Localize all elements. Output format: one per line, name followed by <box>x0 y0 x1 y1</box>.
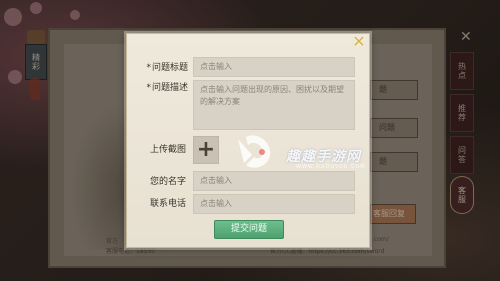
title-label: *问题标题 <box>124 62 188 74</box>
watermark-logo-icon <box>238 135 271 168</box>
submit-button[interactable]: 提交问题 <box>214 220 284 239</box>
phone-input[interactable]: 点击输入 <box>193 194 355 214</box>
description-textarea[interactable]: 点击输入问题出现的原因、困扰以及期望的解决方案 <box>193 80 355 130</box>
watermark-text: 趣趣手游网 <box>286 149 361 165</box>
required-mark: * <box>146 63 151 73</box>
title-input[interactable]: 点击输入 <box>193 57 355 77</box>
desc-label-text: 问题描述 <box>151 83 188 93</box>
required-mark: * <box>146 83 151 93</box>
phone-label: 联系电话 <box>149 199 186 209</box>
plus-icon: + <box>196 137 216 162</box>
watermark-url: WWW.QUQUYOU.COM <box>296 164 366 170</box>
close-icon[interactable]: ✕ <box>351 34 367 50</box>
upload-screenshot-button[interactable]: + <box>193 136 219 164</box>
title-label-text: 问题标题 <box>151 63 188 73</box>
desc-label: *问题描述 <box>124 82 188 94</box>
screenshot-label: 上传截图 <box>149 145 186 155</box>
name-label: 您的名字 <box>149 177 186 187</box>
name-input[interactable]: 点击输入 <box>193 171 355 191</box>
